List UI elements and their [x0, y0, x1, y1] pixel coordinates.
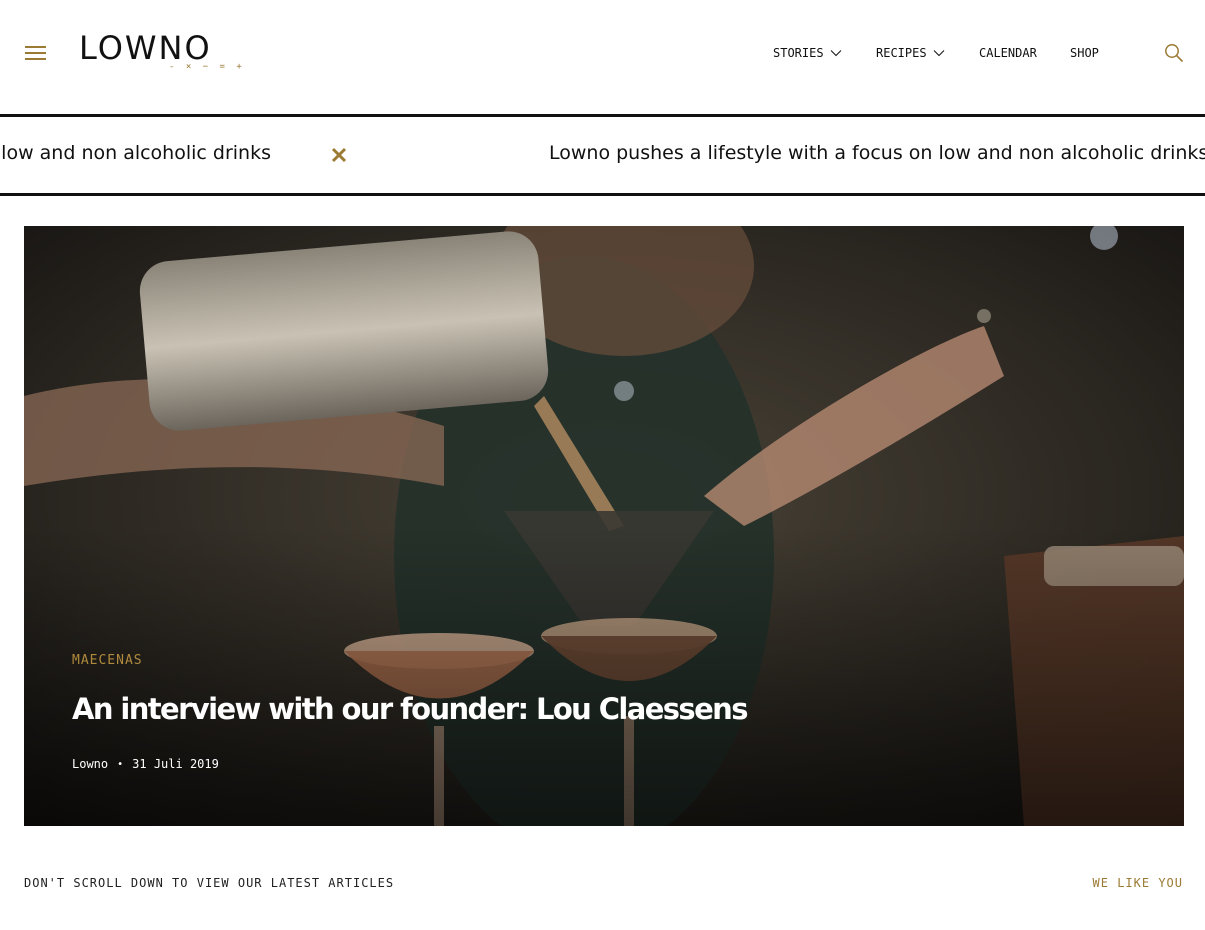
nav-item-label: STORIES — [773, 46, 824, 60]
hamburger-icon[interactable] — [25, 45, 46, 61]
featured-article-card[interactable]: MAECENAS An interview with our founder: … — [24, 226, 1184, 826]
marquee-banner: Lowno pushes a lifestyle with a focus on… — [0, 114, 1205, 196]
article-date: 31 Juli 2019 — [132, 757, 219, 771]
hero-image — [24, 226, 1184, 826]
nav-item-recipes[interactable]: RECIPES — [876, 46, 945, 60]
marquee-text: Lowno pushes a lifestyle with a focus on… — [0, 142, 271, 164]
nav-item-label: CALENDAR — [979, 46, 1037, 60]
logo-text: LOWNO — [79, 29, 212, 67]
search-icon[interactable] — [1164, 43, 1184, 63]
nav-item-calendar[interactable]: CALENDAR — [979, 46, 1037, 60]
cross-icon — [331, 147, 347, 163]
chevron-down-icon — [933, 50, 944, 57]
article-category[interactable]: MAECENAS — [72, 653, 143, 668]
article-meta: Lowno • 31 Juli 2019 — [72, 757, 219, 771]
logo-tagline: - × − = + — [169, 62, 245, 72]
nav-item-stories[interactable]: STORIES — [773, 46, 842, 60]
logo[interactable]: LOWNO - × − = + — [79, 29, 242, 74]
article-author[interactable]: Lowno — [72, 757, 108, 771]
nav-item-label: SHOP — [1070, 46, 1099, 60]
meta-separator: • — [117, 758, 124, 770]
chevron-down-icon — [830, 50, 841, 57]
site-header: LOWNO - × − = + STORIES RECIPES CALENDAR… — [0, 0, 1205, 114]
marquee-text: Lowno pushes a lifestyle with a focus on… — [549, 142, 1205, 164]
section-intro-text: DON'T SCROLL DOWN TO VIEW OUR LATEST ART… — [24, 876, 395, 890]
nav-item-label: RECIPES — [876, 46, 927, 60]
section-side-link[interactable]: WE LIKE YOU — [1093, 876, 1183, 890]
article-title[interactable]: An interview with our founder: Lou Claes… — [72, 692, 748, 726]
nav-item-shop[interactable]: SHOP — [1070, 46, 1099, 60]
